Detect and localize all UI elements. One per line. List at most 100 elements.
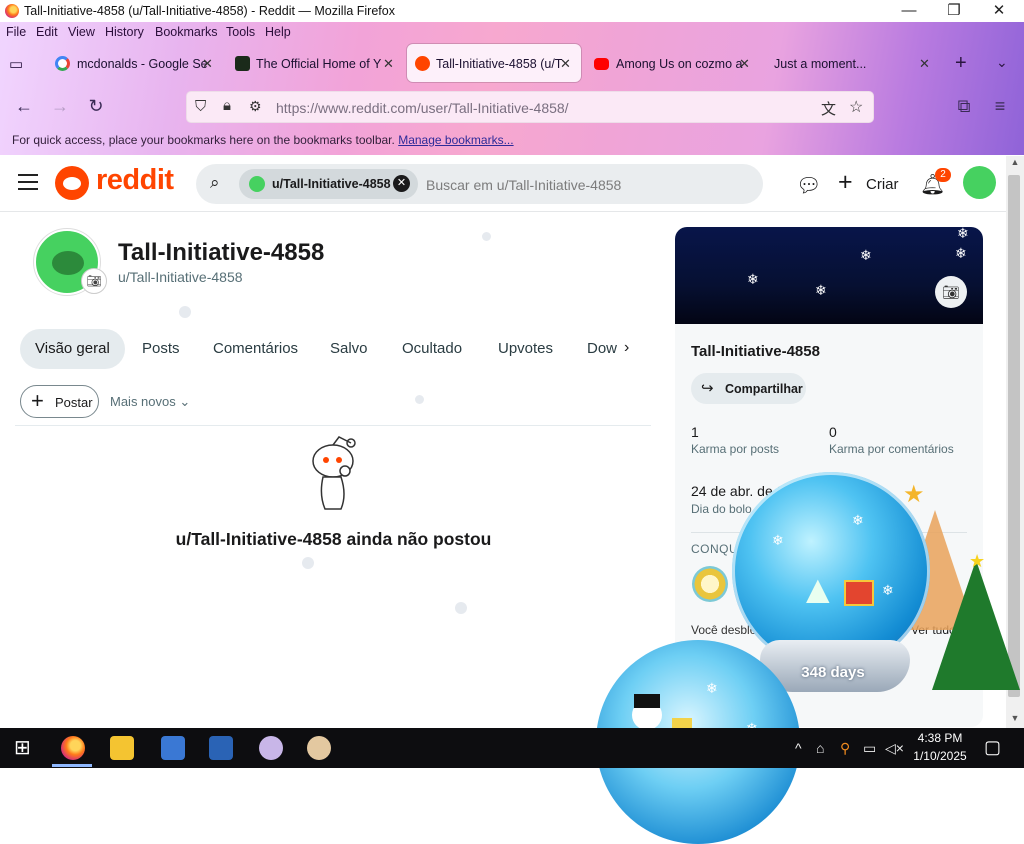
- close-tab-icon[interactable]: ✕: [919, 44, 930, 82]
- bookmarks-toolbar: For quick access, place your bookmarks h…: [12, 133, 514, 147]
- tab-label: Just a moment...: [774, 57, 867, 71]
- tab-upvotes[interactable]: Upvotes: [498, 329, 553, 369]
- post-karma-value: 1: [691, 424, 699, 440]
- list-tabs-icon[interactable]: ⌄: [996, 54, 1008, 71]
- snowflake-icon: ❄: [747, 271, 759, 287]
- snowflake-icon: [302, 557, 314, 569]
- tab-overview[interactable]: Visão geral: [20, 329, 125, 369]
- menu-tools[interactable]: Tools: [226, 25, 255, 39]
- tray-chevron-icon[interactable]: ^: [795, 740, 802, 756]
- achievement-badge-icon[interactable]: [692, 566, 728, 602]
- snoo-mascot-icon: [312, 436, 356, 510]
- close-window-button[interactable]: ✕: [976, 0, 1022, 22]
- scroll-up-icon[interactable]: ▲: [1008, 157, 1022, 167]
- share-label: Compartilhar: [725, 382, 803, 396]
- days-counter: 348 days: [801, 664, 865, 681]
- sort-dropdown[interactable]: Mais novos ⌄: [110, 394, 190, 410]
- tray-search-icon[interactable]: ⚲: [840, 740, 850, 757]
- tray-app-icon[interactable]: ⌂: [816, 740, 824, 756]
- menu-bookmarks[interactable]: Bookmarks: [155, 25, 218, 39]
- create-plus-icon[interactable]: +: [838, 168, 853, 197]
- new-tab-icon[interactable]: +: [955, 52, 967, 75]
- clock-date[interactable]: 1/10/2025: [900, 749, 980, 763]
- snowflake-icon: ❄: [706, 680, 718, 696]
- create-button[interactable]: Criar: [866, 176, 899, 193]
- manage-bookmarks-link[interactable]: Manage bookmarks...: [398, 133, 513, 147]
- maximize-button[interactable]: ❐: [931, 0, 977, 22]
- paint-palette-icon[interactable]: [307, 736, 331, 760]
- forward-icon[interactable]: →: [49, 95, 71, 117]
- reddit-logo-icon[interactable]: [55, 166, 89, 200]
- menu-edit[interactable]: Edit: [36, 25, 58, 39]
- close-tab-icon[interactable]: ✕: [202, 44, 213, 82]
- reddit-logo-text[interactable]: reddit: [96, 164, 174, 197]
- tab-overview-icon[interactable]: ▭: [9, 55, 23, 73]
- search-input[interactable]: Buscar em u/Tall-Initiative-4858: [426, 177, 621, 193]
- extensions-icon[interactable]: ⧉: [953, 95, 975, 117]
- tab-reddit-active[interactable]: Tall-Initiative-4858 (u/T ✕: [407, 44, 581, 82]
- close-tab-icon[interactable]: ✕: [560, 44, 571, 82]
- tab-youtube[interactable]: Among Us on cozmo a ✕: [587, 44, 762, 82]
- network-icon[interactable]: ▭: [863, 740, 876, 757]
- notification-center-icon[interactable]: ▢: [984, 737, 1001, 758]
- tab-strip: ▭ mcdonalds - Google Se ✕ The Official H…: [0, 44, 1024, 84]
- clock-time[interactable]: 4:38 PM: [900, 731, 980, 745]
- windows-start-icon[interactable]: ⊞: [14, 738, 34, 758]
- firefox-icon: [5, 4, 19, 18]
- snowflake-icon: ❄: [860, 247, 872, 263]
- address-bar[interactable]: ⛉ 🔒︎ ⚙︎ https://www.reddit.com/user/Tall…: [186, 91, 874, 123]
- tab-downvotes[interactable]: Dow: [587, 329, 617, 369]
- tree-icon: ▲: [798, 568, 838, 612]
- notification-count-badge: 2: [935, 168, 951, 182]
- bookmarks-hint: For quick access, place your bookmarks h…: [12, 133, 395, 147]
- tab-posts[interactable]: Posts: [142, 329, 180, 369]
- chat-icon[interactable]: 💬︎: [796, 173, 821, 198]
- clear-scope-icon[interactable]: ✕: [393, 175, 410, 192]
- tracking-protection-icon[interactable]: ⛉: [195, 98, 206, 115]
- hamburger-menu-icon[interactable]: [18, 174, 38, 190]
- gift-icon: [844, 580, 874, 606]
- minimize-button[interactable]: —: [886, 0, 932, 22]
- tab-label: The Official Home of Y: [256, 57, 382, 71]
- share-button[interactable]: ↪ Compartilhar: [691, 373, 806, 404]
- file-explorer-icon[interactable]: [110, 736, 134, 760]
- paint-app-icon[interactable]: [259, 736, 283, 760]
- permissions-icon[interactable]: ⚙︎: [249, 98, 262, 115]
- tab-yoyogames[interactable]: The Official Home of Y ✕: [226, 44, 401, 82]
- back-icon[interactable]: ←: [13, 95, 35, 117]
- people-app-icon[interactable]: [161, 736, 185, 760]
- menu-help[interactable]: Help: [265, 25, 291, 39]
- camera-icon[interactable]: 📷︎: [81, 268, 107, 294]
- tab-loading[interactable]: Just a moment... ✕: [768, 44, 943, 82]
- create-post-button[interactable]: + Postar: [20, 385, 99, 418]
- close-tab-icon[interactable]: ✕: [739, 44, 750, 82]
- google-icon: [55, 56, 70, 71]
- snowflake-icon: [482, 232, 491, 241]
- monitor-app-icon[interactable]: [209, 736, 233, 760]
- tab-comments[interactable]: Comentários: [213, 329, 298, 369]
- empty-state-message: u/Tall-Initiative-4858 ainda não postou: [175, 529, 492, 549]
- comment-karma-value: 0: [829, 424, 837, 440]
- user-menu-avatar[interactable]: [963, 166, 996, 199]
- firefox-taskbar-icon[interactable]: [61, 736, 85, 760]
- comment-karma-label: Karma por comentários: [829, 442, 954, 456]
- hat-icon: [634, 694, 660, 708]
- menu-file[interactable]: File: [6, 25, 26, 39]
- translate-icon[interactable]: 文: [821, 98, 836, 119]
- scroll-down-icon[interactable]: ▼: [1008, 713, 1022, 723]
- chevron-right-icon[interactable]: ›: [624, 339, 629, 357]
- tab-google[interactable]: mcdonalds - Google Se ✕: [45, 44, 220, 82]
- snowflake-icon: ❄: [882, 582, 894, 598]
- menu-history[interactable]: History: [105, 25, 144, 39]
- reload-icon[interactable]: ↻: [85, 95, 107, 117]
- url-text[interactable]: https://www.reddit.com/user/Tall-Initiat…: [276, 100, 569, 116]
- tab-saved[interactable]: Salvo: [330, 329, 368, 369]
- tab-hidden[interactable]: Ocultado: [402, 329, 462, 369]
- bookmark-star-icon[interactable]: ☆: [849, 97, 863, 117]
- banner-camera-icon[interactable]: 📷︎: [935, 276, 967, 308]
- menu-view[interactable]: View: [68, 25, 95, 39]
- lock-icon[interactable]: 🔒︎: [223, 97, 231, 114]
- close-tab-icon[interactable]: ✕: [383, 44, 394, 82]
- app-menu-icon[interactable]: ≡: [989, 95, 1011, 117]
- chevron-down-icon: ⌄: [179, 394, 191, 409]
